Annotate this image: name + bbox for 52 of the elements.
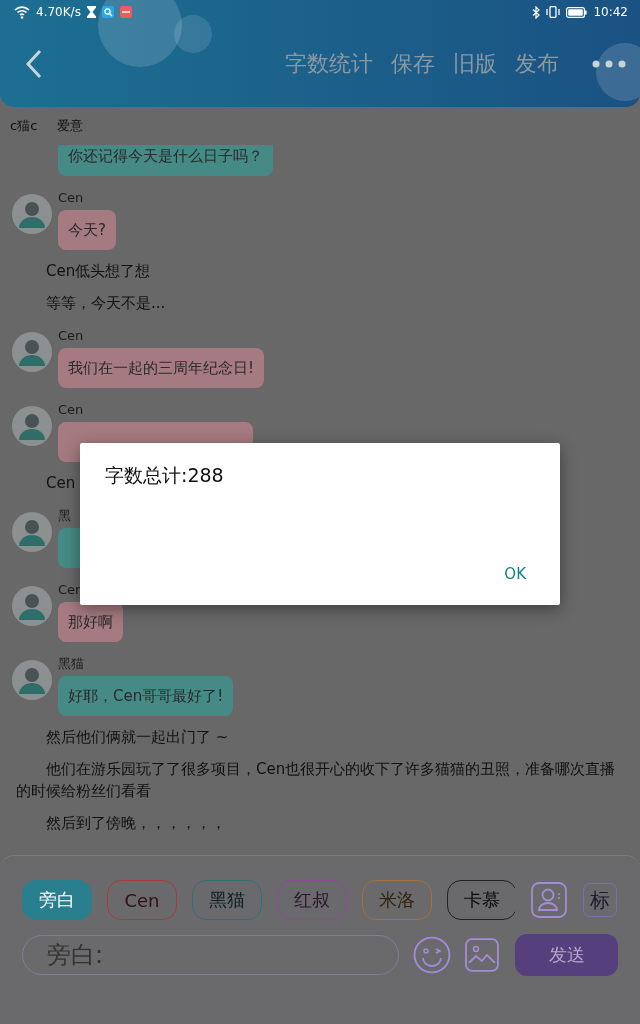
avatar [12,512,52,552]
chat-bubble: 好耶，Cen哥哥最好了! [58,676,234,716]
narration-text: Cen低头想了想 [45,261,152,282]
app-icon [119,6,132,18]
chat-bubble: 我们在一起的三周年纪念日! [58,348,264,388]
wifi-icon [14,5,30,19]
avatar [12,660,52,700]
dialog-message: 字数总计:288 [105,463,224,488]
toolbar-action[interactable]: 保存 [382,49,444,79]
avatar [12,332,52,372]
speaker-name: Cen [58,402,84,418]
speaker-name: 黑 [58,508,71,524]
character-chip[interactable]: 旁白 [22,880,92,920]
avatar [12,194,52,234]
character-chip[interactable]: 黑猫 [192,880,262,920]
speaker-name: Cen [58,190,84,206]
speaker-name: Cen [58,328,84,344]
more-icon[interactable] [592,60,626,68]
ok-button[interactable]: OK [494,559,536,589]
vibrate-icon [546,6,561,18]
bluetooth-icon [532,5,541,19]
toolbar-action[interactable]: 旧版 [444,49,506,79]
back-icon[interactable] [26,49,42,79]
send-button[interactable]: 发送 [515,934,618,976]
clock: 10:42 [593,5,628,19]
character-chip[interactable]: 红叔 [277,880,347,920]
document-tab[interactable]: c猫c [10,117,38,135]
narration-text: Cen [45,473,77,494]
image-icon[interactable] [465,938,500,972]
character-chip[interactable]: Cen [107,880,177,920]
person-icon[interactable] [531,882,567,918]
hourglass-icon [86,6,96,18]
chat-bubble: 那好啊 [58,602,123,642]
narration-text: 他们在游乐园玩了了很多项目，Cen也很开心的收下了许多猫猫的丑照，准备哪次直播的时候给粉丝们看看 [15,759,617,802]
toolbar-action[interactable]: 字数统计 [276,49,382,79]
avatar [12,586,52,626]
character-chip[interactable]: 米洛 [362,880,432,920]
input-field[interactable]: 旁白: [22,935,400,975]
speaker-name: 黑猫 [58,656,84,672]
narration-text: 然后到了傍晚，，，，，， [45,813,227,834]
document-tab[interactable]: 爱意 [57,117,84,135]
narration-text: 等等，今天不是... [45,293,167,314]
search-icon [101,6,114,18]
mark-button[interactable]: 标 [583,883,617,917]
emoji-icon[interactable] [413,936,452,974]
avatar [12,406,52,446]
chat-bubble: 你还记得今天是什么日子吗？ [58,145,273,176]
toolbar-action[interactable]: 发布 [506,49,568,79]
network-speed: 4.70K/s [36,5,81,19]
battery-icon [566,6,588,18]
narration-text: 然后他们俩就一起出门了 ~ [45,727,230,748]
chat-bubble: 今天? [58,210,116,250]
